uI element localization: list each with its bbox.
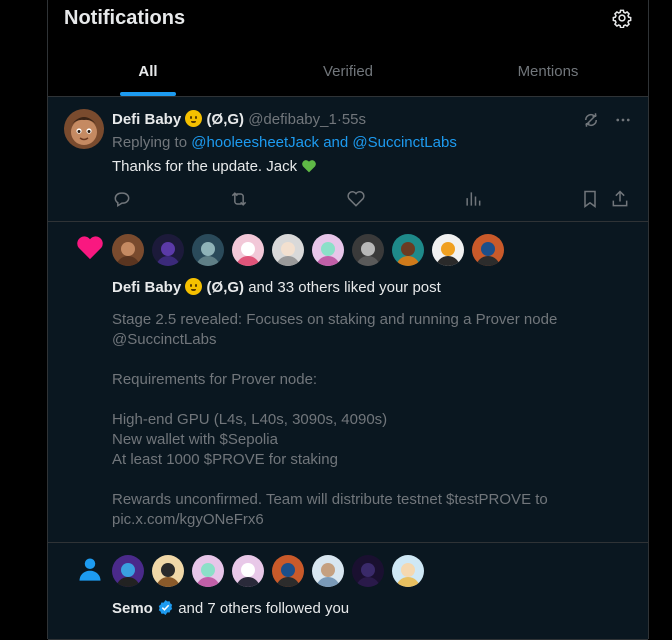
like-summary: Defi Baby (Ø,G) and 33 others liked your… [112,278,441,296]
person-icon [79,558,101,581]
post-line [112,470,612,490]
tab-mentions[interactable]: Mentions [448,52,648,96]
avatar[interactable] [432,234,464,266]
avatar[interactable] [312,555,344,587]
avatar[interactable] [192,555,224,587]
avatar[interactable] [272,234,304,266]
avatar[interactable] [64,109,104,149]
author-name[interactable]: Defi Baby [112,111,181,128]
green-heart-emoji-icon [302,160,317,173]
replying-to: Replying to @hooleesheetJack and @Succin… [112,134,457,151]
tab-verified[interactable]: Verified [248,52,448,96]
replying-to-link[interactable]: @hooleesheetJack and @SuccinctLabs [191,134,457,151]
like-icon[interactable] [346,189,366,209]
heart-icon [77,236,103,260]
avatar[interactable] [392,555,424,587]
reply-text: Thanks for the update. Jack [112,158,298,175]
avatar[interactable] [272,555,304,587]
reply-header: Defi Baby (Ø,G) @defibaby_1·55s [112,110,366,128]
post-line: At least 1000 $PROVE for staking [112,451,338,468]
post-line: pic.x.com/kgyONeFrx6 [112,511,264,528]
reply-notification[interactable]: Defi Baby (Ø,G) @defibaby_1·55s Replying… [48,97,648,222]
tab-all-label: All [138,63,158,80]
baby-emoji-icon [185,110,203,127]
follow-summary: Semo and 7 others followed you [112,599,349,617]
tab-verified-label: Verified [322,63,374,80]
replying-prefix: Replying to [112,134,188,151]
gear-icon[interactable] [612,8,632,28]
avatar[interactable] [112,234,144,266]
post-line [112,350,612,370]
post-line [112,390,612,410]
liker-avatars [112,234,504,266]
post-line: High-end GPU (L4s, L40s, 3090s, 4090s) [112,411,388,428]
post-line: New wallet with $Sepolia [112,431,278,448]
avatar[interactable] [112,555,144,587]
notifications-column: Notifications All Verified Mentions Defi… [47,0,649,640]
timestamp[interactable]: 55s [342,111,366,128]
reply-text-row: Thanks for the update. Jack [112,158,317,175]
avatar[interactable] [152,555,184,587]
active-tab-indicator [120,92,176,96]
post-line: Requirements for Prover node: [112,371,318,388]
share-icon[interactable] [610,189,630,209]
like-notification[interactable]: Defi Baby (Ø,G) and 33 others liked your… [48,222,648,543]
liker-name-suffix: (Ø,G) [206,279,245,296]
baby-emoji-icon [185,278,203,295]
verified-badge-icon [158,600,173,615]
avatar[interactable] [352,555,384,587]
page-title: Notifications [64,7,186,29]
notification-tabs: All Verified Mentions [48,52,648,96]
post-line: @SuccinctLabs [112,331,217,348]
reply-action-bar [104,189,634,209]
views-icon[interactable] [463,189,483,209]
reply-top-actions [582,111,632,129]
more-icon[interactable] [614,111,632,129]
avatar[interactable] [472,234,504,266]
follower-avatars [112,555,424,587]
avatar[interactable] [192,234,224,266]
post-line: Stage 2.5 revealed: Focuses on staking a… [112,311,558,328]
reply-icon[interactable] [112,189,132,209]
follower-name[interactable]: Semo [112,600,153,617]
avatar[interactable] [352,234,384,266]
avatar[interactable] [312,234,344,266]
follow-summary-text: and 7 others followed you [174,600,350,617]
author-name-suffix: (Ø,G) [206,111,245,128]
author-handle[interactable]: @defibaby_1 [248,111,337,128]
avatar[interactable] [232,555,264,587]
post-line: Rewards unconfirmed. Team will distribut… [112,491,548,508]
avatar[interactable] [392,234,424,266]
tab-mentions-label: Mentions [517,63,579,80]
grok-icon[interactable] [582,111,600,129]
follow-notification[interactable]: Semo and 7 others followed you [48,543,648,640]
avatar[interactable] [232,234,264,266]
tab-all[interactable]: All [48,52,248,96]
like-summary-text: and 33 others liked your post [244,279,441,296]
avatar[interactable] [152,234,184,266]
liker-name[interactable]: Defi Baby [112,279,181,296]
bookmark-icon[interactable] [580,189,600,209]
notifications-header: Notifications All Verified Mentions [48,0,648,97]
repost-icon[interactable] [229,189,249,209]
liked-post-text[interactable]: Stage 2.5 revealed: Focuses on staking a… [112,310,612,530]
